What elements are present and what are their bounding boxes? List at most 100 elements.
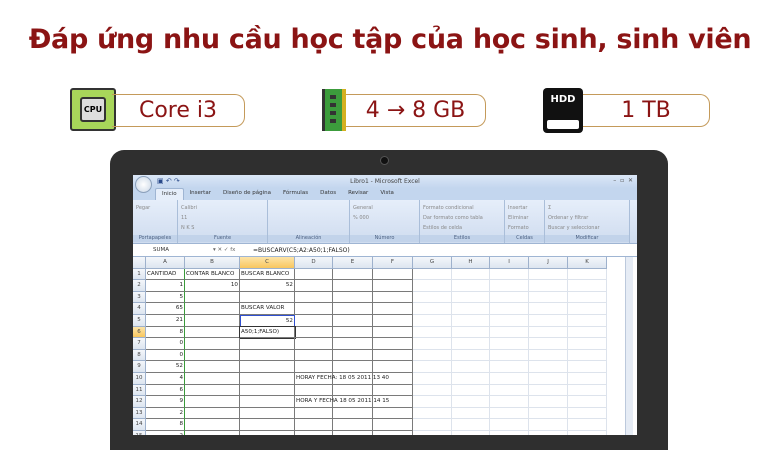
cell[interactable]: A50;1;FALSO) <box>239 325 296 340</box>
tab-4[interactable]: Datos <box>314 188 342 200</box>
cell[interactable] <box>413 384 452 397</box>
cell[interactable]: HORAY FECHA: 18 05 2011 13 40 <box>295 372 389 385</box>
cell[interactable] <box>333 326 373 339</box>
cell[interactable] <box>568 419 607 431</box>
cell[interactable] <box>413 268 452 281</box>
cell[interactable] <box>185 291 240 304</box>
cell[interactable]: 9 <box>146 396 185 408</box>
cell[interactable]: 52 <box>146 361 185 373</box>
cell[interactable] <box>373 338 413 350</box>
cell[interactable] <box>568 314 607 327</box>
cell[interactable] <box>452 349 490 362</box>
cell[interactable] <box>529 419 568 431</box>
cell[interactable] <box>333 407 373 420</box>
ribbon-item[interactable]: % 000 <box>353 213 416 223</box>
row-header[interactable]: 10 <box>133 372 146 385</box>
select-all[interactable] <box>133 257 146 269</box>
cell[interactable] <box>490 349 529 362</box>
cell[interactable] <box>240 407 295 420</box>
tab-0[interactable]: Inicio <box>155 188 184 200</box>
cell[interactable] <box>452 326 490 339</box>
ribbon-item[interactable]: Buscar y seleccionar <box>548 223 626 233</box>
column-header[interactable]: G <box>413 257 452 269</box>
cell[interactable] <box>333 349 373 362</box>
cell[interactable] <box>373 314 413 327</box>
cell[interactable] <box>529 349 568 362</box>
cell[interactable] <box>490 384 529 397</box>
row-header[interactable]: 7 <box>133 338 146 350</box>
cell[interactable] <box>413 338 452 350</box>
cell[interactable] <box>295 303 333 315</box>
cell[interactable] <box>452 361 490 373</box>
cell[interactable] <box>568 384 607 397</box>
cell[interactable] <box>568 338 607 350</box>
row-header[interactable]: 11 <box>133 384 146 397</box>
cell[interactable] <box>185 361 240 373</box>
cell[interactable] <box>333 396 373 408</box>
column-header[interactable]: D <box>295 257 333 269</box>
cell[interactable] <box>452 314 490 327</box>
cell[interactable] <box>490 268 529 281</box>
column-header[interactable]: H <box>452 257 490 269</box>
cell[interactable]: 0 <box>146 349 185 362</box>
cell[interactable] <box>333 291 373 304</box>
cell[interactable] <box>529 396 568 408</box>
column-header[interactable]: B <box>185 257 240 269</box>
cell[interactable] <box>240 349 295 362</box>
cell[interactable] <box>295 419 333 431</box>
cell[interactable] <box>413 349 452 362</box>
cell[interactable] <box>413 326 452 339</box>
ribbon-item[interactable]: 11 <box>181 213 264 223</box>
column-header[interactable]: I <box>490 257 529 269</box>
cell[interactable] <box>452 268 490 281</box>
cell[interactable] <box>529 291 568 304</box>
tab-2[interactable]: Diseño de página <box>217 188 277 200</box>
cell[interactable] <box>373 361 413 373</box>
cell[interactable] <box>452 384 490 397</box>
cell[interactable] <box>529 384 568 397</box>
cell[interactable] <box>529 338 568 350</box>
cell[interactable] <box>452 396 490 408</box>
cell[interactable] <box>529 280 568 292</box>
ribbon-item[interactable]: N K S <box>181 223 264 233</box>
cell[interactable] <box>295 280 333 292</box>
cell[interactable] <box>333 268 373 281</box>
cell[interactable]: 1 <box>146 280 185 292</box>
cell[interactable] <box>295 349 333 362</box>
cell[interactable] <box>333 419 373 431</box>
cell[interactable] <box>240 361 295 373</box>
cell[interactable]: CONTAR BLANCO <box>185 268 240 281</box>
cell[interactable] <box>240 372 295 385</box>
cell[interactable]: 5 <box>146 291 185 304</box>
row-header[interactable]: 9 <box>133 361 146 373</box>
cell[interactable] <box>373 303 413 315</box>
cell[interactable] <box>568 280 607 292</box>
cell[interactable] <box>568 361 607 373</box>
cell[interactable] <box>490 396 529 408</box>
cell[interactable] <box>568 268 607 281</box>
column-header[interactable]: F <box>373 257 413 269</box>
cell[interactable] <box>490 291 529 304</box>
cell[interactable]: 8 <box>146 419 185 431</box>
cell[interactable] <box>333 303 373 315</box>
cell[interactable]: 2 <box>146 407 185 420</box>
formula-buttons[interactable]: ▾ ✕ ✓ fx <box>213 247 253 253</box>
ribbon-item[interactable]: Estilos de celda <box>423 223 501 233</box>
cell[interactable] <box>373 407 413 420</box>
cell[interactable] <box>295 291 333 304</box>
cell[interactable] <box>185 384 240 397</box>
cell[interactable] <box>185 396 240 408</box>
cell[interactable] <box>413 291 452 304</box>
cell[interactable] <box>295 314 333 327</box>
row-header[interactable]: 13 <box>133 407 146 420</box>
cell[interactable] <box>452 291 490 304</box>
column-header[interactable]: J <box>529 257 568 269</box>
cell[interactable] <box>490 326 529 339</box>
cell[interactable] <box>568 372 607 385</box>
cell[interactable] <box>240 419 295 431</box>
cell[interactable] <box>373 291 413 304</box>
spreadsheet-grid[interactable]: A B C D E F G H I J K 1 CANTIDAD CONTAR BLANCO BUSCAR … <box>133 257 637 435</box>
cell[interactable] <box>490 419 529 431</box>
ribbon-item[interactable]: Σ <box>548 203 626 213</box>
cell[interactable] <box>529 361 568 373</box>
